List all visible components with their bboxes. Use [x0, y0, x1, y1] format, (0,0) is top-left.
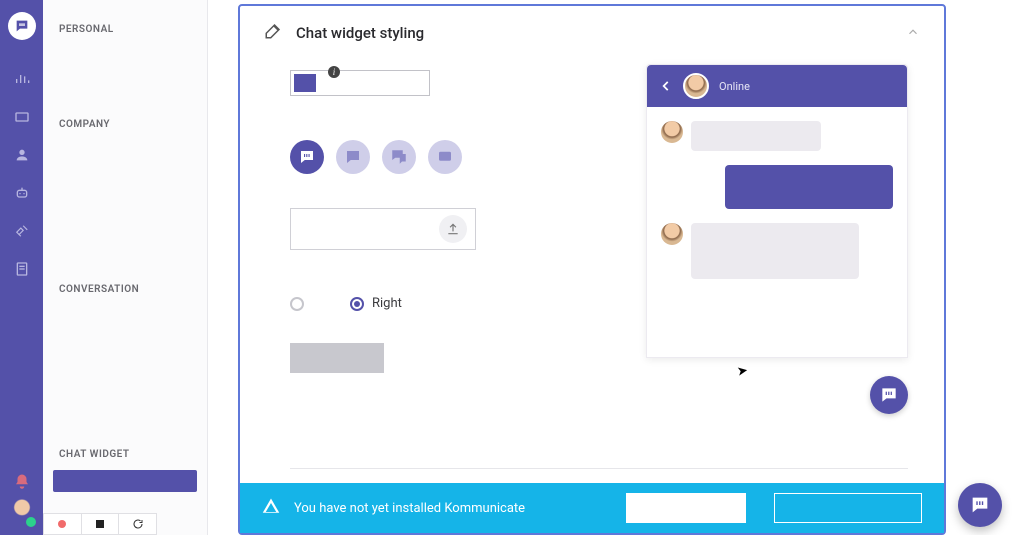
chat-back-icon[interactable]	[659, 74, 673, 98]
position-left-radio[interactable]	[290, 297, 312, 311]
position-right-radio[interactable]: Right	[350, 296, 402, 311]
chevron-up-icon[interactable]	[906, 24, 920, 43]
restart-button[interactable]	[119, 514, 156, 534]
docs-icon[interactable]	[13, 260, 31, 278]
chat-widget-styling-card: Chat widget styling i	[238, 4, 946, 535]
banner-text: You have not yet installed Kommunicate	[294, 501, 525, 516]
screen-recorder-bar	[43, 513, 157, 535]
warning-icon	[262, 497, 280, 519]
msg-avatar	[661, 223, 683, 245]
agent-avatar	[683, 73, 709, 99]
sidebar-section-company: COMPANY	[43, 101, 207, 136]
sidebar-item-active[interactable]	[53, 470, 197, 492]
msg-avatar	[661, 121, 683, 143]
launcher-icon-option-4[interactable]	[428, 140, 462, 174]
launcher-icon-option-2[interactable]	[336, 140, 370, 174]
upload-icon[interactable]	[439, 215, 467, 243]
info-icon[interactable]: i	[328, 66, 340, 78]
integrate-icon[interactable]	[13, 222, 31, 240]
card-title: Chat widget styling	[296, 24, 424, 42]
launcher-icon-option-1[interactable]	[290, 140, 324, 174]
incoming-message-bubble	[691, 121, 821, 151]
brand-logo[interactable]	[8, 12, 36, 40]
install-banner: You have not yet installed Kommunicate	[240, 483, 944, 533]
chat-preview-header: Online	[647, 65, 907, 107]
custom-icon-upload[interactable]	[290, 208, 476, 250]
color-swatch	[294, 74, 316, 92]
edit-icon	[264, 22, 282, 44]
help-chat-launcher[interactable]	[958, 483, 1002, 527]
section-divider	[290, 468, 908, 469]
agent-status: Online	[719, 80, 750, 93]
record-button[interactable]	[44, 514, 82, 534]
banner-install-button[interactable]	[626, 493, 746, 523]
primary-color-input[interactable]	[290, 70, 430, 96]
main-content: Chat widget styling i	[208, 0, 1024, 535]
settings-sidebar: PERSONAL COMPANY CONVERSATION CHAT WIDGE…	[43, 0, 208, 535]
bot-icon[interactable]	[13, 184, 31, 202]
users-icon[interactable]	[13, 146, 31, 164]
left-rail	[0, 0, 43, 535]
sidebar-section-conversation: CONVERSATION	[43, 266, 207, 301]
outgoing-message-bubble	[725, 165, 893, 209]
dashboard-icon[interactable]	[13, 70, 31, 88]
sidebar-section-chatwidget: CHAT WIDGET	[43, 431, 207, 466]
conversations-icon[interactable]	[13, 108, 31, 126]
incoming-message-bubble	[691, 223, 859, 279]
position-right-label: Right	[372, 296, 402, 311]
save-button[interactable]	[290, 343, 384, 373]
sidebar-section-personal: PERSONAL	[43, 0, 207, 41]
launcher-icon-option-3[interactable]	[382, 140, 416, 174]
chat-launcher-preview	[870, 376, 908, 414]
mouse-cursor-icon: ➤	[736, 363, 749, 380]
banner-secondary-button[interactable]	[774, 493, 922, 523]
stop-button[interactable]	[82, 514, 120, 534]
chat-widget-preview: Online ➤	[646, 64, 908, 414]
profile-avatar[interactable]	[8, 499, 36, 527]
notifications-icon[interactable]	[13, 473, 31, 491]
